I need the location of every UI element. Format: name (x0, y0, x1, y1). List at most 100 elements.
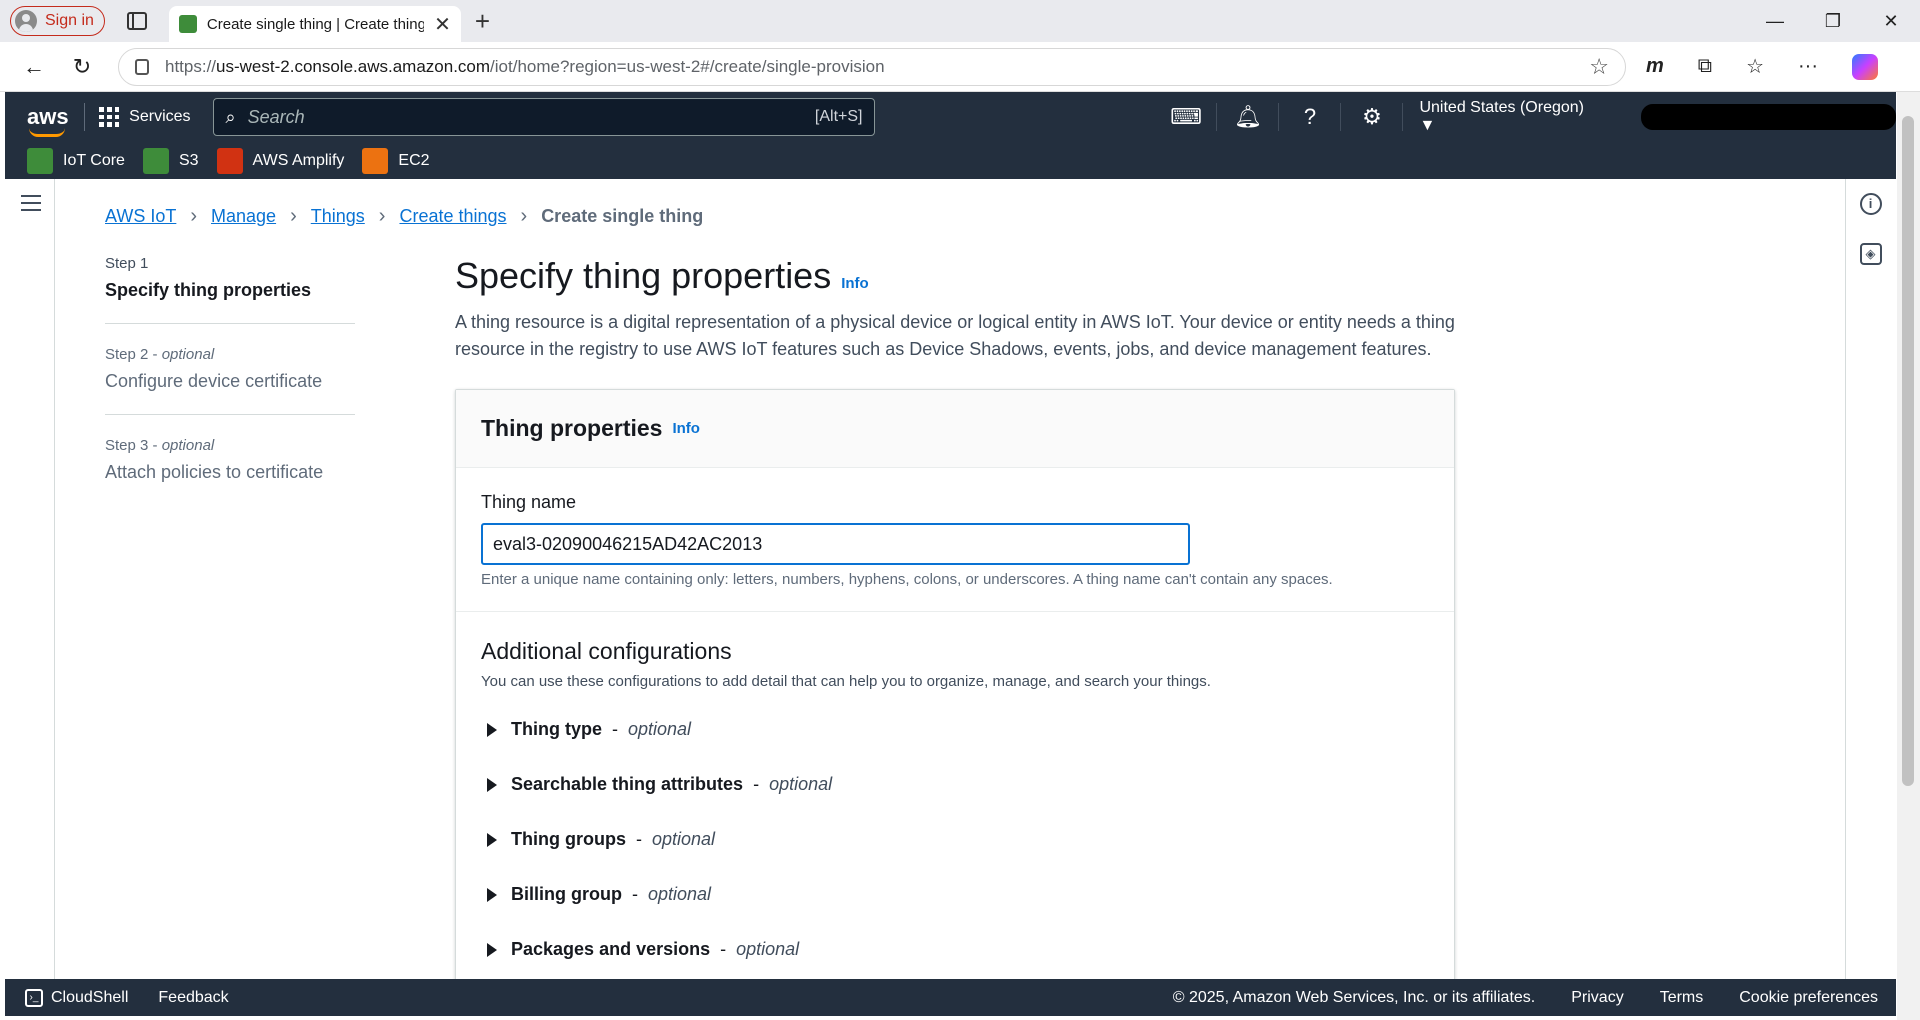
expander-packages-versions[interactable]: Packages and versions - optional (481, 934, 1429, 965)
cookie-preferences-link[interactable]: Cookie preferences (1739, 989, 1878, 1007)
caret-right-icon (487, 722, 497, 737)
aws-console-header: aws Services ⌕ Search [Alt+S] ⌨ 🔔︎ ? ⚙ U… (5, 92, 1897, 179)
thing-properties-panel: Thing properties Info Thing name eval3-0… (455, 389, 1455, 1009)
address-bar-row: ← ↻ https://us-west-2.console.aws.amazon… (0, 42, 1920, 92)
page-scrollbar[interactable] (1897, 92, 1920, 1020)
step-1: Step 1 Specify thing properties (105, 255, 355, 324)
cloudshell-button[interactable]: ›_ CloudShell (25, 988, 128, 1007)
breadcrumb-current: Create single thing (541, 206, 704, 226)
step-name: Configure device certificate (105, 371, 323, 391)
url-field[interactable]: https://us-west-2.console.aws.amazon.com… (118, 47, 1626, 86)
thing-name-input[interactable]: eval3-02090046215AD42AC2013 (481, 523, 1190, 565)
console-footer: ›_ CloudShell Feedback © 2025, Amazon We… (5, 979, 1896, 1016)
search-input[interactable]: ⌕ Search [Alt+S] (212, 98, 876, 136)
additional-configurations-title: Additional configurations (481, 638, 732, 664)
wizard-steps: Step 1 Specify thing properties Step 2 -… (105, 255, 355, 527)
search-shortcut: [Alt+S] (814, 108, 863, 125)
breadcrumb-things[interactable]: Things (311, 206, 365, 227)
services-label: Services (129, 108, 191, 125)
privacy-link[interactable]: Privacy (1571, 989, 1623, 1007)
menu-hamburger-icon[interactable] (21, 195, 41, 211)
extensions-icon[interactable]: ⧉ (1698, 55, 1712, 78)
breadcrumb-aws-iot[interactable]: AWS IoT (105, 206, 176, 227)
step-name: Attach policies to certificate (105, 462, 324, 482)
cloudshell-icon[interactable]: ⌨ (1155, 103, 1218, 131)
favorite-s3[interactable]: S3 (142, 147, 199, 174)
breadcrumb: AWS IoT › Manage › Things › Create thing… (105, 205, 703, 228)
thing-name-hint: Enter a unique name containing only: let… (481, 571, 1333, 588)
region-selector[interactable]: United States (Oregon) ▼ (1419, 99, 1600, 135)
favorites-icon[interactable]: ☆ (1746, 54, 1764, 79)
step-name: Specify thing properties (105, 280, 312, 300)
favorite-iot-core[interactable]: IoT Core (27, 147, 125, 174)
left-nav-rail (5, 179, 55, 979)
copyright-text: © 2025, Amazon Web Services, Inc. or its… (1172, 988, 1536, 1006)
info-panel-icon[interactable]: i (1859, 193, 1882, 215)
page-description: A thing resource is a digital representa… (455, 312, 1455, 359)
window-controls: — ❐ ✕ (1746, 0, 1920, 42)
panel-info-link[interactable]: Info (672, 420, 700, 437)
notifications-bell-icon[interactable]: 🔔︎ (1217, 103, 1280, 131)
reload-icon[interactable]: ↻ (58, 54, 106, 80)
settings-gear-icon[interactable]: ⚙ (1341, 103, 1404, 131)
close-tab-icon[interactable]: ✕ (434, 12, 451, 37)
step-3: Step 3 - optional Attach policies to cer… (105, 437, 355, 505)
restore-icon[interactable]: ❐ (1804, 0, 1862, 42)
extension-m-icon[interactable]: m (1646, 55, 1664, 78)
copilot-icon[interactable] (1852, 53, 1878, 80)
chevron-right-icon: › (520, 205, 528, 227)
expander-thing-type[interactable]: Thing type - optional (481, 714, 1429, 745)
url-text: https://us-west-2.console.aws.amazon.com… (165, 56, 885, 76)
s3-icon (142, 147, 169, 174)
step-label: Step 1 (105, 255, 149, 272)
profile-icon (15, 10, 37, 32)
browser-tab-active[interactable]: Create single thing | Create things ✕ (168, 6, 461, 42)
chevron-right-icon: › (290, 205, 297, 227)
back-icon[interactable]: ← (10, 54, 58, 80)
feedback-link[interactable]: Feedback (158, 989, 228, 1007)
aws-logo[interactable]: aws (27, 104, 70, 137)
header-icons: ⌨ 🔔︎ ? ⚙ (1155, 103, 1404, 131)
favorite-star-icon[interactable]: ☆ (1589, 54, 1609, 80)
breadcrumb-manage[interactable]: Manage (211, 206, 276, 227)
tab-actions-icon[interactable] (126, 12, 147, 30)
step-2: Step 2 - optional Configure device certi… (105, 346, 355, 415)
search-placeholder: Search (247, 106, 305, 127)
tab-title: Create single thing | Create things (206, 15, 425, 33)
caret-right-icon (487, 832, 497, 847)
terms-link[interactable]: Terms (1660, 989, 1704, 1007)
services-menu-button[interactable]: Services (99, 107, 191, 127)
close-window-icon[interactable]: ✕ (1862, 0, 1920, 42)
minimize-icon[interactable]: — (1746, 0, 1804, 42)
caret-right-icon (487, 887, 497, 902)
favorite-ec2[interactable]: EC2 (362, 147, 430, 174)
ec2-icon (362, 147, 389, 174)
step-label: Step 2 - optional (105, 346, 215, 363)
search-icon: ⌕ (225, 106, 236, 127)
browser-toolbar-icons: m ⧉ ☆ ··· (1646, 53, 1878, 80)
scrollbar-thumb[interactable] (1902, 116, 1914, 786)
thing-name-label: Thing name (481, 492, 577, 512)
page-title: Specify thing properties (455, 255, 832, 296)
additional-configurations-description: You can use these configurations to add … (481, 673, 1211, 690)
help-icon[interactable]: ? (1279, 103, 1342, 131)
main-header: Specify thing properties Info A thing re… (455, 255, 1455, 363)
cloudshell-icon: ›_ (25, 988, 43, 1007)
sign-in-button[interactable]: Sign in (10, 6, 105, 36)
grid-icon (99, 107, 120, 127)
iot-core-icon (27, 147, 53, 174)
info-link[interactable]: Info (841, 275, 869, 292)
step-label: Step 3 - optional (105, 437, 215, 454)
more-icon[interactable]: ··· (1798, 55, 1818, 78)
expander-billing-group[interactable]: Billing group - optional (481, 879, 1429, 910)
favorite-aws-amplify[interactable]: AWS Amplify (216, 147, 344, 174)
panel-title: Thing properties (481, 415, 663, 441)
amazon-q-icon[interactable]: ◈ (1859, 243, 1882, 265)
account-menu-redacted[interactable] (1640, 104, 1897, 130)
expander-searchable-attributes[interactable]: Searchable thing attributes - optional (481, 769, 1429, 800)
expander-thing-groups[interactable]: Thing groups - optional (481, 824, 1429, 855)
caret-right-icon (487, 942, 497, 957)
sign-in-label: Sign in (45, 12, 94, 29)
new-tab-icon[interactable]: + (475, 6, 490, 37)
breadcrumb-create-things[interactable]: Create things (399, 206, 506, 227)
